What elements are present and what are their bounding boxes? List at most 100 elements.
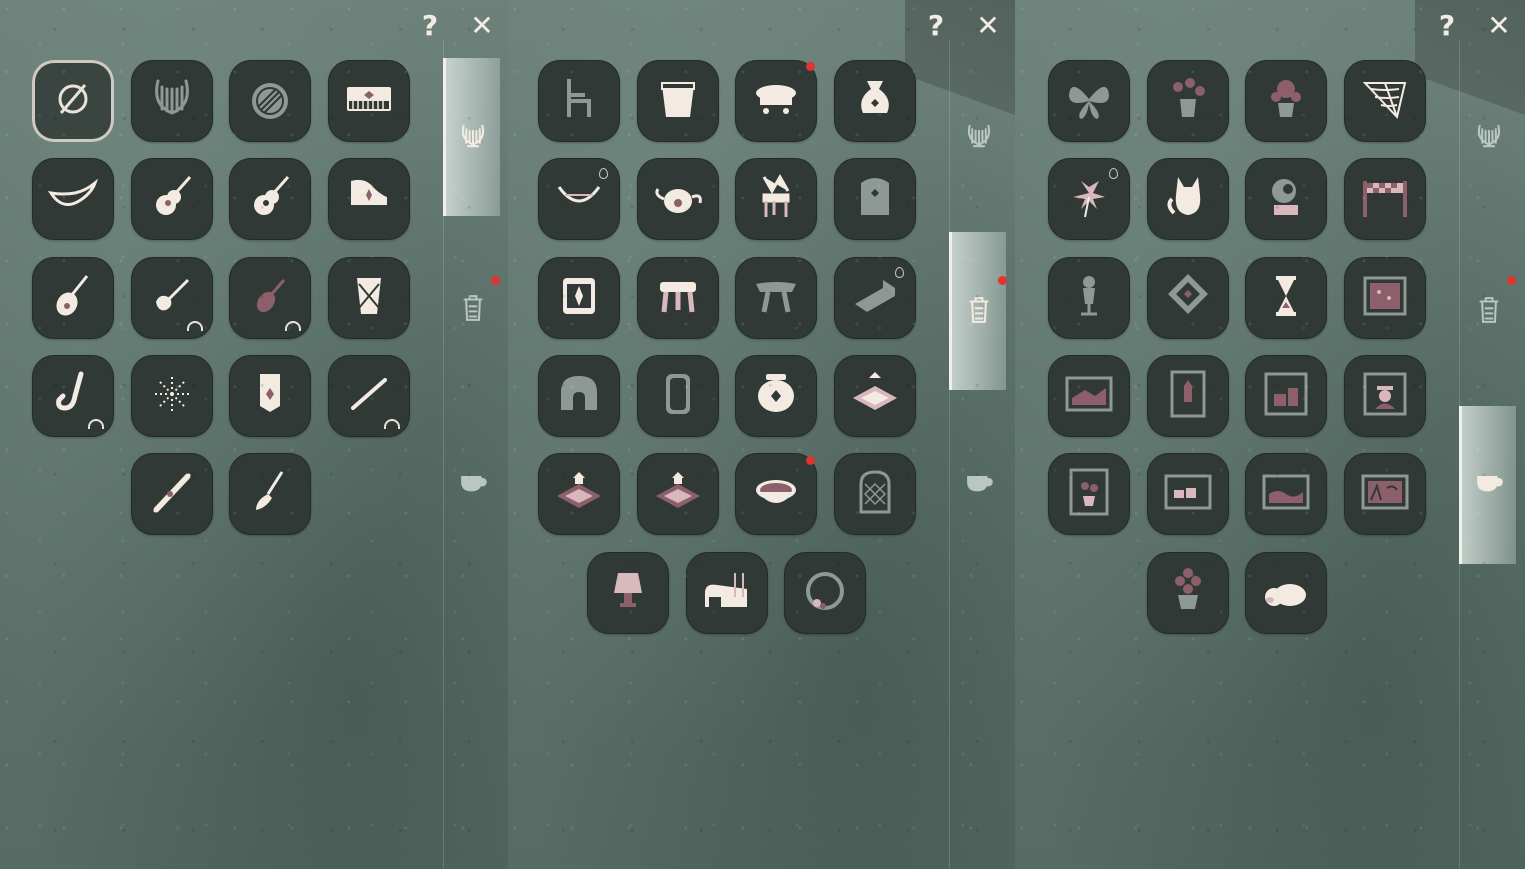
item-slot-painting[interactable] bbox=[1344, 453, 1426, 535]
item-slot-arched-window[interactable] bbox=[834, 453, 916, 535]
variant-mark bbox=[384, 419, 400, 429]
item-slot-portrait[interactable] bbox=[1344, 355, 1426, 437]
item-slot-stool[interactable] bbox=[637, 257, 719, 339]
item-slot-snowboard[interactable] bbox=[131, 453, 213, 535]
tab-furniture[interactable] bbox=[1467, 290, 1511, 334]
item-slot-sack[interactable] bbox=[834, 60, 916, 142]
item-slot-guitar[interactable] bbox=[131, 158, 213, 240]
item-slot-broom[interactable] bbox=[229, 453, 311, 535]
item-slot-barrel-drum[interactable] bbox=[538, 257, 620, 339]
item-slot-diamond-sign[interactable] bbox=[1147, 257, 1229, 339]
box-up-icon bbox=[650, 464, 706, 524]
item-slot-cabinet[interactable] bbox=[834, 158, 916, 240]
sidebar-divider bbox=[949, 40, 950, 869]
sack-icon bbox=[847, 71, 903, 131]
item-slot-cup[interactable] bbox=[637, 60, 719, 142]
item-slot-chair[interactable] bbox=[538, 60, 620, 142]
arched-window-icon bbox=[847, 464, 903, 524]
guitar-icon bbox=[242, 169, 298, 229]
item-slot-butterfly[interactable] bbox=[1048, 60, 1130, 142]
item-slot-painting[interactable] bbox=[1344, 257, 1426, 339]
item-slot-hammock[interactable] bbox=[538, 158, 620, 240]
item-slot-teapot[interactable] bbox=[637, 158, 719, 240]
item-slot-mannequin[interactable] bbox=[1048, 257, 1130, 339]
teacup-icon bbox=[1472, 465, 1506, 503]
item-slot-flower-vase[interactable] bbox=[1147, 60, 1229, 142]
bed-frame-icon bbox=[847, 268, 903, 328]
item-slot-pinwheel[interactable] bbox=[1048, 158, 1130, 240]
help-button[interactable]: ? bbox=[918, 8, 954, 44]
item-slot-bed[interactable] bbox=[686, 552, 768, 634]
teacup-icon bbox=[456, 465, 490, 503]
none-icon bbox=[45, 71, 101, 131]
item-slot-hourglass[interactable] bbox=[1245, 257, 1327, 339]
item-slot-fox[interactable] bbox=[1147, 158, 1229, 240]
painting-icon bbox=[1160, 464, 1216, 524]
item-slot-wreath[interactable] bbox=[784, 552, 866, 634]
decor-panel: ? ✕ bbox=[1015, 0, 1525, 869]
tab-furniture[interactable] bbox=[451, 288, 495, 332]
ornate-chair-icon bbox=[748, 169, 804, 229]
item-slot-box-up[interactable] bbox=[538, 453, 620, 535]
item-slot-ornate-chair[interactable] bbox=[735, 158, 817, 240]
item-slot-igloo[interactable] bbox=[538, 355, 620, 437]
tab-instruments[interactable] bbox=[1467, 116, 1511, 160]
item-slot-violin[interactable] bbox=[229, 257, 311, 339]
item-slot-jar[interactable] bbox=[735, 355, 817, 437]
item-slot-banner[interactable] bbox=[1344, 158, 1426, 240]
item-slot-sunflower-vase[interactable] bbox=[1245, 60, 1327, 142]
item-slot-hand-drum[interactable] bbox=[328, 257, 410, 339]
item-slot-cushion-up[interactable] bbox=[834, 355, 916, 437]
item-slot-grand-piano[interactable] bbox=[328, 158, 410, 240]
firework-icon bbox=[144, 366, 200, 426]
painting-icon bbox=[1357, 268, 1413, 328]
item-slot-potted-flower[interactable] bbox=[1147, 552, 1229, 634]
item-slot-none[interactable] bbox=[32, 60, 114, 142]
tab-decor[interactable] bbox=[1467, 462, 1511, 506]
stool-icon bbox=[650, 268, 706, 328]
item-slot-box-up[interactable] bbox=[637, 453, 719, 535]
tab-instruments[interactable] bbox=[451, 116, 495, 160]
help-button[interactable]: ? bbox=[1429, 8, 1465, 44]
item-slot-pipa[interactable] bbox=[32, 257, 114, 339]
close-button[interactable]: ✕ bbox=[970, 8, 1006, 44]
lyre-icon bbox=[456, 119, 490, 157]
item-slot-saxophone[interactable] bbox=[32, 355, 114, 437]
item-slot-flute[interactable] bbox=[328, 355, 410, 437]
close-button[interactable]: ✕ bbox=[464, 8, 500, 44]
help-button[interactable]: ? bbox=[412, 8, 448, 44]
item-slot-lamp[interactable] bbox=[587, 552, 669, 634]
item-slot-spiderweb[interactable] bbox=[1344, 60, 1426, 142]
item-slot-lyre[interactable] bbox=[131, 60, 213, 142]
tab-decor[interactable] bbox=[957, 462, 1001, 506]
item-slot-mirror[interactable] bbox=[637, 355, 719, 437]
item-slot-electric-guitar[interactable] bbox=[131, 257, 213, 339]
item-slot-horn[interactable] bbox=[32, 158, 114, 240]
item-slot-painting[interactable] bbox=[1245, 355, 1327, 437]
item-slot-painting[interactable] bbox=[1147, 355, 1229, 437]
tab-decor[interactable] bbox=[451, 462, 495, 506]
item-slot-table[interactable] bbox=[735, 60, 817, 142]
violin-icon bbox=[242, 268, 298, 328]
item-slot-painting[interactable] bbox=[1048, 355, 1130, 437]
item-slot-sleeping-creature[interactable] bbox=[1245, 552, 1327, 634]
tab-instruments[interactable] bbox=[957, 116, 1001, 160]
item-slot-firework[interactable] bbox=[131, 355, 213, 437]
pinwheel-icon bbox=[1061, 169, 1117, 229]
item-slot-keyboard[interactable] bbox=[328, 60, 410, 142]
close-button[interactable]: ✕ bbox=[1481, 8, 1517, 44]
item-slot-painting[interactable] bbox=[1147, 453, 1229, 535]
item-slot-bench[interactable] bbox=[735, 257, 817, 339]
electric-guitar-icon bbox=[144, 268, 200, 328]
item-slot-bed-frame[interactable] bbox=[834, 257, 916, 339]
tab-furniture[interactable] bbox=[957, 290, 1001, 334]
item-slot-painting[interactable] bbox=[1048, 453, 1130, 535]
item-slot-gramophone[interactable] bbox=[1245, 158, 1327, 240]
item-slot-guitar[interactable] bbox=[229, 158, 311, 240]
item-slot-painting[interactable] bbox=[1245, 453, 1327, 535]
item-slot-lantern[interactable] bbox=[229, 355, 311, 437]
item-notification-dot bbox=[806, 62, 815, 71]
furniture-panel: ? ✕ bbox=[508, 0, 1015, 869]
item-slot-bowl[interactable] bbox=[735, 453, 817, 535]
item-slot-drum[interactable] bbox=[229, 60, 311, 142]
